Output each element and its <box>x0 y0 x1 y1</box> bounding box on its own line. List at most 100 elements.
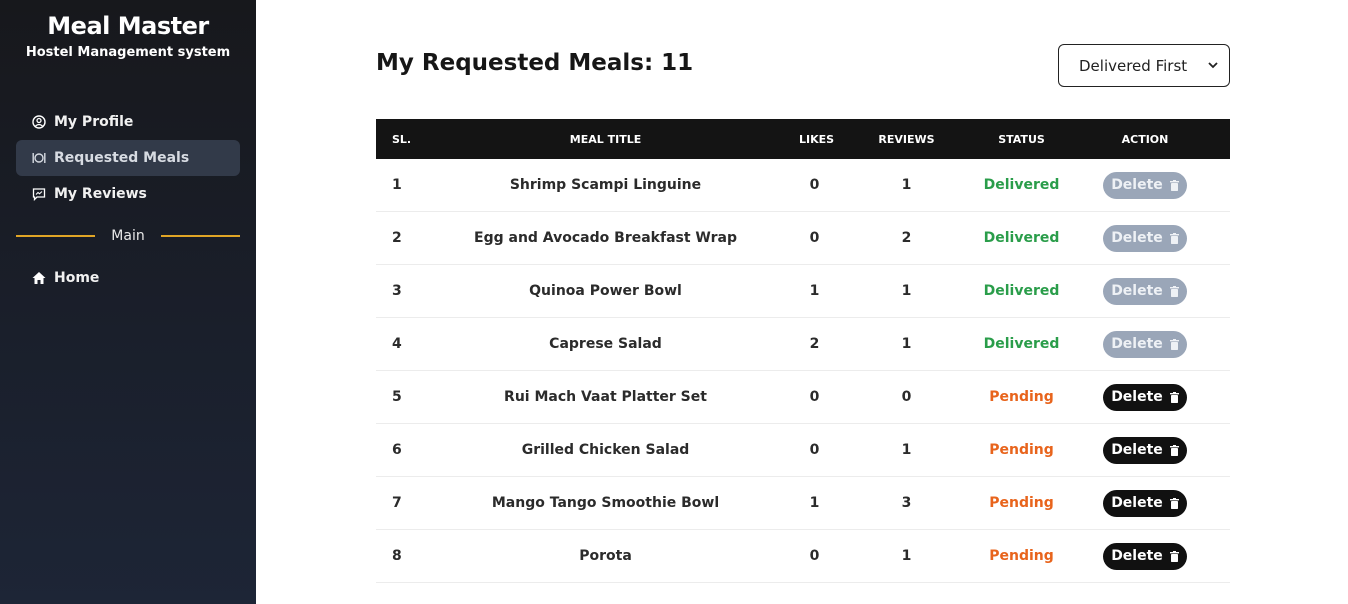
cell-meal-title: Rui Mach Vaat Platter Set <box>504 389 707 405</box>
cell-action: Delete <box>1060 383 1230 411</box>
cell-meal-title: Shrimp Scampi Linguine <box>509 177 702 193</box>
brand-subtitle: Hostel Management system <box>25 45 231 60</box>
status-badge: Pending <box>989 495 1054 511</box>
sort-select[interactable]: Delivered First <box>1058 44 1230 87</box>
cell-action: Delete <box>1060 542 1230 570</box>
table-row: 7 Mango Tango Smoothie Bowl 1 3 Pending Delet… <box>376 477 1230 530</box>
cell-sl: 7 <box>392 495 402 511</box>
cell-reviews: 1 <box>901 336 912 352</box>
status-badge: Delivered <box>983 177 1060 193</box>
sidebar-item-requested-meals[interactable]: Requested Meals <box>16 140 240 176</box>
requested-meals-table: SL. MEAL TITLE LIKES REVIEWS STATUS ACTI… <box>376 119 1230 583</box>
sidebar-divider: Main <box>16 226 241 246</box>
delete-button-label: Delete <box>1111 283 1163 299</box>
delete-button[interactable]: Delete <box>1103 330 1187 358</box>
cell-action: Delete <box>1060 330 1230 358</box>
status-badge: Pending <box>989 548 1054 564</box>
table-row: 8 Porota 0 1 Pending Delete <box>376 530 1230 583</box>
chevron-down-icon <box>1208 62 1218 69</box>
sidebar-item-my-reviews[interactable]: My Reviews <box>16 176 240 212</box>
trash-icon <box>1169 444 1179 456</box>
cell-sl: 1 <box>392 177 402 193</box>
divider-line <box>16 235 96 237</box>
cell-sl: 6 <box>392 442 402 458</box>
column-header-sl: SL. <box>392 132 412 146</box>
sidebar-item-label: Home <box>54 270 100 286</box>
cell-meal-title: Grilled Chicken Salad <box>521 442 690 458</box>
cell-likes: 1 <box>809 283 820 299</box>
delete-button[interactable]: Delete <box>1103 224 1187 252</box>
cell-reviews: 1 <box>901 283 912 299</box>
delete-button[interactable]: Delete <box>1103 383 1187 411</box>
table-row: 3 Quinoa Power Bowl 1 1 Delivered Delete <box>376 265 1230 318</box>
delete-button[interactable]: Delete <box>1103 436 1187 464</box>
column-header-likes: LIKES <box>799 132 835 146</box>
cell-meal-title: Mango Tango Smoothie Bowl <box>491 495 720 511</box>
sidebar: Meal Master Hostel Management system My … <box>0 0 256 604</box>
delete-button-label: Delete <box>1111 230 1163 246</box>
cell-action: Delete <box>1060 489 1230 517</box>
delete-button-label: Delete <box>1111 389 1163 405</box>
cell-meal-title: Egg and Avocado Breakfast Wrap <box>474 230 737 246</box>
delete-button[interactable]: Delete <box>1103 489 1187 517</box>
delete-button[interactable]: Delete <box>1103 542 1187 570</box>
table-body: 1 Shrimp Scampi Linguine 0 1 Delivered Delete… <box>376 159 1230 583</box>
divider-label: Main <box>111 228 145 244</box>
column-header-action: ACTION <box>1121 132 1169 146</box>
table-row: 4 Caprese Salad 2 1 Delivered Delete <box>376 318 1230 371</box>
cell-sl: 5 <box>392 389 402 405</box>
status-badge: Delivered <box>983 230 1060 246</box>
cell-likes: 0 <box>809 548 820 564</box>
column-header-title: MEAL TITLE <box>569 132 642 146</box>
cell-reviews: 2 <box>901 230 912 246</box>
trash-icon <box>1169 391 1179 403</box>
delete-button-label: Delete <box>1111 336 1163 352</box>
cell-likes: 0 <box>809 177 820 193</box>
status-badge: Delivered <box>983 283 1060 299</box>
trash-icon <box>1169 232 1179 244</box>
cell-action: Delete <box>1060 436 1230 464</box>
cell-reviews: 1 <box>901 177 912 193</box>
cell-reviews: 0 <box>901 389 912 405</box>
cell-meal-title: Caprese Salad <box>549 336 662 352</box>
sidebar-item-label: My Profile <box>54 114 134 130</box>
table-row: 5 Rui Mach Vaat Platter Set 0 0 Pending Delet… <box>376 371 1230 424</box>
review-icon <box>32 187 46 201</box>
column-header-reviews: REVIEWS <box>878 132 935 146</box>
cell-action: Delete <box>1060 171 1230 199</box>
cell-sl: 2 <box>392 230 402 246</box>
page-title: My Requested Meals: 11 <box>376 50 694 76</box>
table-row: 6 Grilled Chicken Salad 0 1 Pending Delete <box>376 424 1230 477</box>
sort-select-value: Delivered First <box>1079 56 1188 75</box>
cell-meal-title: Quinoa Power Bowl <box>529 283 682 299</box>
cell-meal-title: Porota <box>579 548 632 564</box>
cell-likes: 0 <box>809 389 820 405</box>
cell-likes: 2 <box>809 336 820 352</box>
trash-icon <box>1169 338 1179 350</box>
cell-reviews: 3 <box>901 495 912 511</box>
cell-likes: 0 <box>809 230 820 246</box>
divider-line <box>160 235 241 237</box>
column-header-status: STATUS <box>998 132 1045 146</box>
trash-icon <box>1169 285 1179 297</box>
sidebar-item-label: Requested Meals <box>54 150 190 166</box>
dinner-plate-icon <box>32 151 46 165</box>
sidebar-item-label: My Reviews <box>54 186 147 202</box>
cell-reviews: 1 <box>901 442 912 458</box>
delete-button-label: Delete <box>1111 177 1163 193</box>
cell-likes: 1 <box>809 495 820 511</box>
cell-likes: 0 <box>809 442 820 458</box>
delete-button-label: Delete <box>1111 442 1163 458</box>
trash-icon <box>1169 179 1179 191</box>
cell-sl: 4 <box>392 336 402 352</box>
status-badge: Pending <box>989 389 1054 405</box>
user-circle-icon <box>32 115 46 129</box>
sidebar-item-my-profile[interactable]: My Profile <box>16 104 240 140</box>
status-badge: Pending <box>989 442 1054 458</box>
delete-button[interactable]: Delete <box>1103 171 1187 199</box>
table-row: 1 Shrimp Scampi Linguine 0 1 Delivered Delete <box>376 159 1230 212</box>
delete-button[interactable]: Delete <box>1103 277 1187 305</box>
cell-action: Delete <box>1060 277 1230 305</box>
trash-icon <box>1169 497 1179 509</box>
sidebar-item-home[interactable]: Home <box>16 260 240 296</box>
